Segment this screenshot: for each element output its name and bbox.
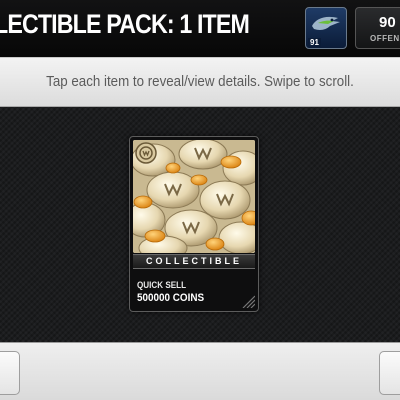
overall-value: 90 [379, 14, 396, 31]
header-bar: LECTIBLE PACK: 1 ITEM 91 90 OFFENSE [0, 0, 400, 57]
overall-label: OFFENSE [370, 34, 400, 43]
coin-badge-icon [135, 142, 157, 164]
team-badge[interactable]: 91 [305, 7, 347, 49]
card-type-label: COLLECTIBLE [146, 256, 242, 266]
page-title: LECTIBLE PACK: 1 ITEM [0, 9, 250, 39]
instruction-text: Tap each item to reveal/view details. Sw… [46, 74, 354, 90]
quick-sell-label: QUICK SELL [137, 280, 187, 290]
team-number: 91 [308, 38, 321, 47]
coins-pile-image [133, 140, 255, 253]
footer-bar [0, 342, 400, 400]
quick-sell-value: 500000 COINS [137, 292, 205, 304]
forward-button[interactable] [379, 351, 400, 395]
card-type-bar: COLLECTIBLE [133, 254, 255, 269]
instruction-banner: Tap each item to reveal/view details. Sw… [0, 57, 400, 107]
seahawk-logo-icon [312, 16, 340, 30]
collectible-item-card[interactable]: COLLECTIBLE QUICK SELL 500000 COINS [129, 136, 259, 312]
card-corner-stripes-icon [242, 295, 255, 308]
team-overall-rating[interactable]: 90 OFFENSE [355, 7, 400, 49]
back-button[interactable] [0, 351, 20, 395]
